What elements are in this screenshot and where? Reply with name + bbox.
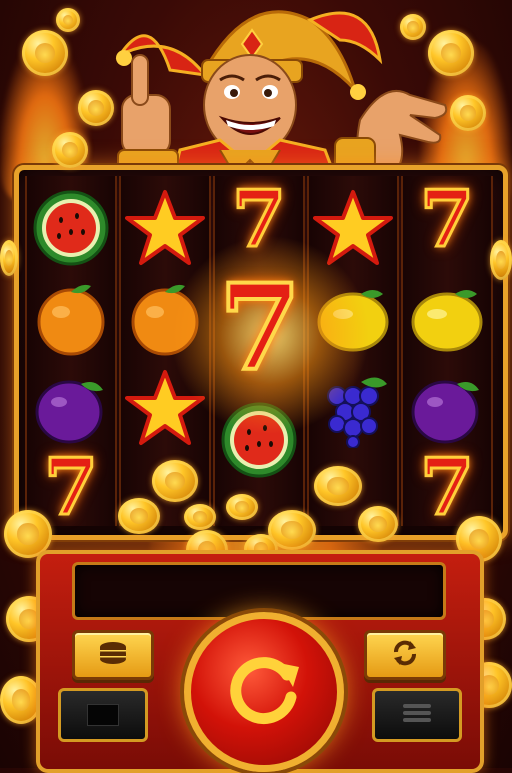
coin-decoration (184, 504, 216, 530)
coin-decoration (358, 506, 398, 542)
coin-decoration (152, 460, 198, 502)
seven-symbol: 7 (418, 174, 475, 265)
big-seven-symbol: 7 (217, 258, 303, 397)
plum-symbol (407, 368, 487, 448)
refresh-icon (390, 638, 420, 672)
orange-symbol (31, 278, 111, 358)
plum-symbol (31, 368, 111, 448)
info-button[interactable] (58, 688, 148, 742)
menu-button[interactable] (372, 688, 462, 742)
jester-character (110, 0, 450, 192)
reel-1: 7 (25, 176, 117, 528)
coin-decoration (0, 240, 18, 276)
coin-decoration (490, 240, 512, 280)
coin-decoration (118, 498, 160, 534)
coin-decoration (78, 90, 114, 126)
star-symbol (125, 188, 205, 268)
autoplay-button[interactable] (364, 630, 446, 680)
coin-decoration (400, 14, 426, 40)
coin-decoration (450, 95, 486, 131)
watermelon-symbol (31, 188, 111, 268)
menu-icon (400, 702, 434, 728)
spin-button[interactable] (184, 612, 344, 772)
coin-decoration (314, 466, 362, 506)
coin-decoration (428, 30, 474, 76)
spin-arrow-icon (219, 645, 309, 739)
reel-5: 7 7 (401, 174, 493, 528)
coin-decoration (226, 494, 258, 520)
square-icon (87, 704, 119, 726)
coin-decoration (22, 30, 68, 76)
coin-decoration (52, 132, 88, 168)
lemon-symbol (407, 278, 487, 358)
bet-button[interactable] (72, 630, 154, 680)
coin-stack-icon (96, 639, 130, 671)
coin-decoration (56, 8, 80, 32)
